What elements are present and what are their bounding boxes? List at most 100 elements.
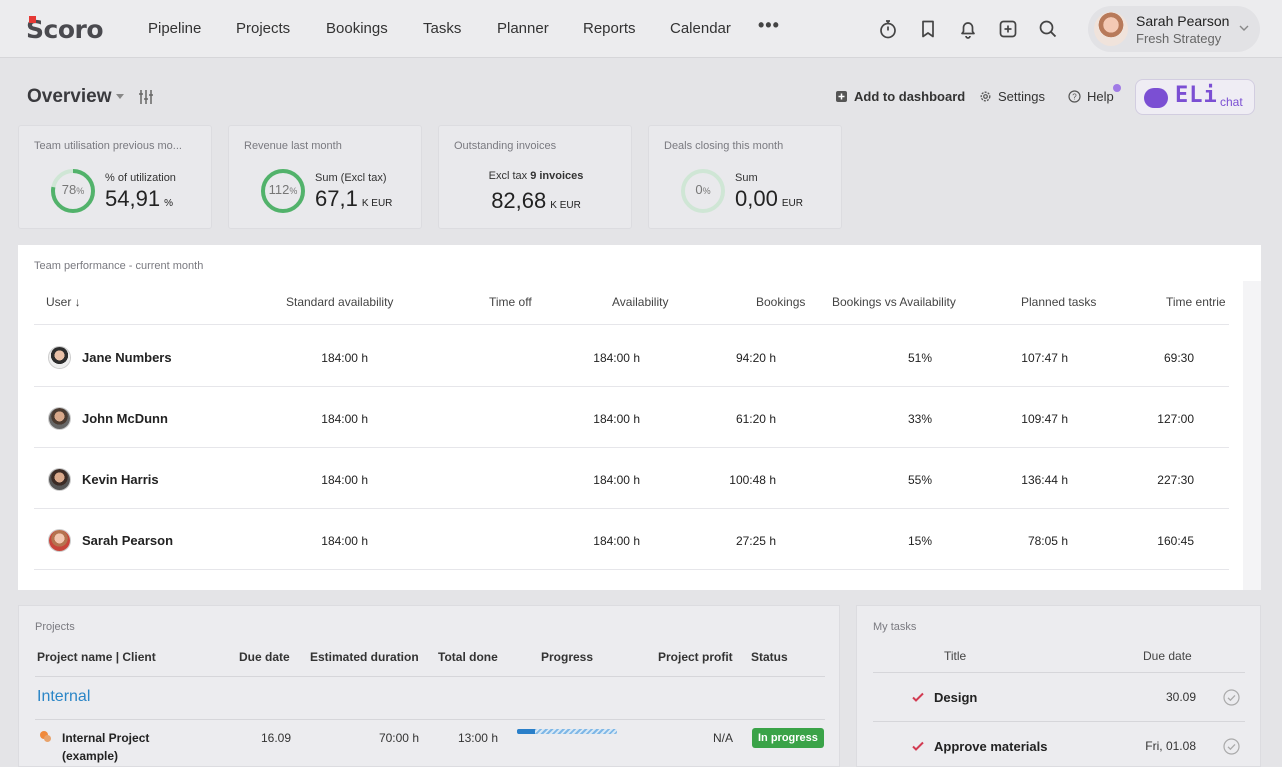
kpi-caption: % of utilization xyxy=(105,172,176,184)
horizontal-scrollbar[interactable] xyxy=(1243,281,1261,590)
column-header-project-name[interactable]: Project name | Client xyxy=(37,650,156,664)
complete-task-icon[interactable] xyxy=(1223,689,1240,706)
nav-reports[interactable]: Reports xyxy=(583,20,636,37)
add-square-icon xyxy=(836,91,847,102)
bell-icon[interactable] xyxy=(957,18,979,40)
column-header-status[interactable]: Status xyxy=(751,650,788,664)
bookings-vs-availability: 55% xyxy=(907,473,932,487)
column-header-total-done[interactable]: Total done xyxy=(438,650,498,664)
column-header-due-date[interactable]: Due date xyxy=(239,650,290,664)
bookings: 61:20 h xyxy=(735,412,776,426)
bookmark-icon[interactable] xyxy=(917,18,939,40)
logo-mark-icon xyxy=(29,16,36,23)
kpi-title: Deals closing this month xyxy=(664,140,784,152)
column-header-time-entries[interactable]: Time entrie xyxy=(1166,295,1226,309)
divider xyxy=(873,721,1245,722)
nav-planner[interactable]: Planner xyxy=(497,20,549,37)
column-header-project-profit[interactable]: Project profit xyxy=(658,650,733,664)
eli-chat-button[interactable]: ELi chat xyxy=(1135,79,1255,115)
column-header-title[interactable]: Title xyxy=(944,649,966,663)
user-name[interactable]: Sarah Pearson xyxy=(82,533,173,548)
bookings: 100:48 h xyxy=(729,473,776,487)
user-name[interactable]: Kevin Harris xyxy=(82,472,159,487)
availability: 184:00 h xyxy=(593,412,640,426)
logo-text: Scoro xyxy=(26,15,104,44)
team-performance-widget: Team performance - current month User ↓ … xyxy=(18,245,1261,590)
svg-text:?: ? xyxy=(1072,93,1077,102)
time-entries: 227:30 xyxy=(1157,473,1194,487)
settings-button[interactable]: Settings xyxy=(979,89,1045,104)
divider xyxy=(35,719,825,720)
ring-label: 112% xyxy=(268,182,298,197)
user-menu[interactable]: Sarah Pearson Fresh Strategy xyxy=(1088,6,1260,52)
help-button[interactable]: ? Help xyxy=(1068,89,1114,104)
widget-title: Team performance - current month xyxy=(34,260,204,272)
table-row[interactable]: John McDunn 184:00 h 184:00 h 61:20 h 33… xyxy=(18,386,1229,446)
user-name[interactable]: Jane Numbers xyxy=(82,350,172,365)
table-row[interactable]: Sarah Pearson 184:00 h 184:00 h 27:25 h … xyxy=(18,508,1229,568)
nav-projects[interactable]: Projects xyxy=(236,20,290,37)
complete-task-icon[interactable] xyxy=(1223,738,1240,755)
progress-fill xyxy=(517,729,535,734)
sliders-icon[interactable] xyxy=(137,88,155,106)
table-row[interactable]: Jane Numbers 184:00 h 184:00 h 94:20 h 5… xyxy=(18,325,1229,385)
kpi-title: Team utilisation previous mo... xyxy=(34,140,182,152)
column-header-availability[interactable]: Availability xyxy=(612,295,668,309)
kpi-value: 0,00 EUR xyxy=(735,186,803,211)
kpi-value: 54,91% xyxy=(105,186,173,211)
eli-chat-label: chat xyxy=(1220,95,1243,109)
kpi-team-utilisation[interactable]: Team utilisation previous mo... 78% % of… xyxy=(18,125,212,229)
column-header-user[interactable]: User ↓ xyxy=(46,295,81,309)
project-due-date: 16.09 xyxy=(260,731,291,745)
eli-assistant-icon xyxy=(1144,88,1168,108)
column-header-standard-availability[interactable]: Standard availability xyxy=(286,295,393,309)
kpi-outstanding-invoices[interactable]: Outstanding invoices Excl tax 9 invoices… xyxy=(438,125,632,229)
add-icon[interactable] xyxy=(997,18,1019,40)
nav-pipeline[interactable]: Pipeline xyxy=(148,20,201,37)
search-icon[interactable] xyxy=(1037,18,1059,40)
bookings-vs-availability: 33% xyxy=(907,412,932,426)
column-header-bookings-vs-availability[interactable]: Bookings vs Availability xyxy=(832,295,956,309)
column-header-due-date[interactable]: Due date xyxy=(1143,649,1192,663)
add-to-dashboard-button[interactable]: Add to dashboard xyxy=(835,89,965,104)
project-name[interactable]: Internal Project (example) xyxy=(62,729,182,765)
table-row[interactable]: Kevin Harris 184:00 h 184:00 h 100:48 h … xyxy=(18,447,1229,507)
nav-more-button[interactable]: ••• xyxy=(758,15,780,36)
avatar xyxy=(48,529,71,552)
column-header-bookings[interactable]: Bookings xyxy=(756,295,805,309)
nav-tasks[interactable]: Tasks xyxy=(423,20,461,37)
column-header-progress[interactable]: Progress xyxy=(541,650,593,664)
planned-tasks: 107:47 h xyxy=(1021,351,1068,365)
kpi-caption: Excl tax 9 invoices xyxy=(488,170,584,182)
project-group-title[interactable]: Internal xyxy=(37,688,90,706)
planned-tasks: 136:44 h xyxy=(1021,473,1068,487)
standard-availability: 184:00 h xyxy=(321,351,368,365)
kpi-revenue-last-month[interactable]: Revenue last month 112% Sum (Excl tax) 6… xyxy=(228,125,422,229)
avatar xyxy=(48,346,71,369)
kpi-caption: Sum xyxy=(735,172,758,184)
nav-bookings[interactable]: Bookings xyxy=(326,20,388,37)
task-title[interactable]: Approve materials xyxy=(934,739,1047,754)
column-header-planned-tasks[interactable]: Planned tasks xyxy=(1021,295,1096,309)
my-tasks-widget: My tasks Title Due date Design 30.09 App… xyxy=(856,605,1261,767)
stopwatch-icon[interactable] xyxy=(877,18,899,40)
user-name[interactable]: John McDunn xyxy=(82,411,168,426)
ring-label: 0% xyxy=(695,182,711,197)
caret-down-icon[interactable] xyxy=(116,94,124,99)
nav-calendar[interactable]: Calendar xyxy=(670,20,731,37)
ring-label: 78% xyxy=(61,182,85,197)
user-company: Fresh Strategy xyxy=(1136,31,1222,46)
page-title[interactable]: Overview xyxy=(27,86,112,108)
time-entries: 127:00 xyxy=(1157,412,1194,426)
check-icon xyxy=(912,741,924,751)
project-profit: N/A xyxy=(712,731,733,745)
project-icon xyxy=(40,731,51,742)
status-badge: In progress xyxy=(752,728,824,748)
scoro-logo[interactable]: Scoro xyxy=(26,15,104,44)
kpi-deals-closing[interactable]: Deals closing this month 0% Sum 0,00 EUR xyxy=(648,125,842,229)
task-title[interactable]: Design xyxy=(934,690,977,705)
column-header-estimated-duration[interactable]: Estimated duration xyxy=(310,650,419,664)
bookings: 27:25 h xyxy=(735,534,776,548)
project-total-done: 13:00 h xyxy=(457,731,498,745)
column-header-time-off[interactable]: Time off xyxy=(489,295,532,309)
